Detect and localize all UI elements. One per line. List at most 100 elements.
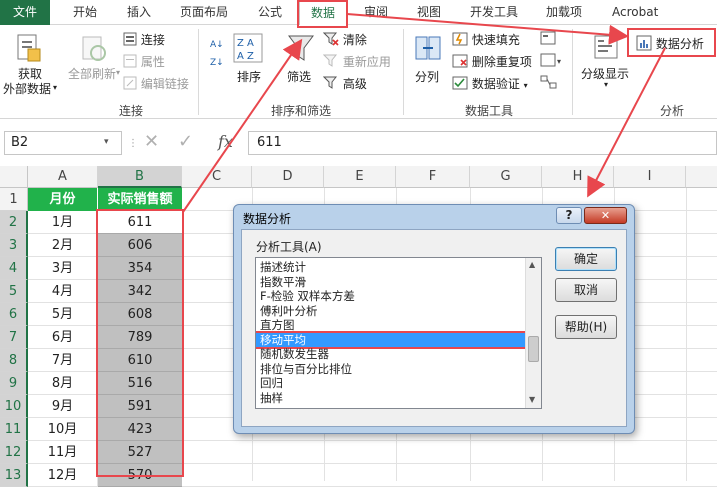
header-cell-month[interactable]: 月份 [28, 188, 98, 211]
row-header[interactable]: 3 [0, 234, 28, 257]
cancel-icon[interactable]: ✕ [144, 131, 159, 152]
month-cell[interactable]: 10月 [28, 418, 98, 441]
relationships-icon[interactable] [540, 75, 558, 92]
month-cell[interactable]: 8月 [28, 372, 98, 395]
analysis-tool-item[interactable]: 傅利叶分析 [258, 304, 522, 319]
chevron-down-icon[interactable]: ▾ [104, 137, 109, 147]
consolidate-icon[interactable] [540, 31, 558, 48]
text-to-columns-button[interactable]: 分列 [415, 68, 439, 85]
month-cell[interactable]: 11月 [28, 441, 98, 464]
analysis-tool-item[interactable]: 抽样 [258, 391, 522, 406]
analysis-tool-item[interactable]: 指数平滑 [258, 275, 522, 290]
row-header[interactable]: 13 [0, 464, 28, 487]
analysis-tool-item[interactable]: 移动平均 [256, 330, 541, 349]
refresh-all-button[interactable]: 全部刷新 [68, 65, 116, 82]
column-header-a[interactable]: A [28, 166, 98, 188]
reapply-button[interactable]: 重新应用 [322, 53, 391, 71]
close-icon[interactable]: ✕ [584, 207, 627, 224]
reapply-label: 重新应用 [342, 55, 391, 69]
row-header[interactable]: 10 [0, 395, 28, 418]
month-cell[interactable]: 6月 [28, 326, 98, 349]
tab-add-ins[interactable]: 加载项 [546, 0, 582, 25]
column-header-d[interactable]: D [252, 166, 324, 188]
month-cell[interactable]: 5月 [28, 303, 98, 326]
help-title-button[interactable]: ? [556, 207, 582, 224]
analysis-tool-item[interactable]: 描述统计 [258, 260, 522, 275]
advanced-button[interactable]: 高级 [322, 75, 367, 93]
row-header[interactable]: 9 [0, 372, 28, 395]
column-header-g[interactable]: G [470, 166, 542, 188]
enter-icon[interactable]: ✓ [178, 131, 193, 152]
data-validation-icon [452, 76, 468, 93]
analysis-tool-item[interactable]: F-检验 双样本方差 [258, 289, 522, 304]
advanced-filter-icon [322, 76, 339, 93]
column-header-c[interactable]: C [182, 166, 252, 188]
tab-home[interactable]: 开始 [73, 0, 97, 25]
data-validation-button[interactable]: 数据验证 ▾ [452, 75, 528, 93]
remove-duplicates-button[interactable]: 删除重复项 [452, 53, 532, 71]
column-header-i[interactable]: I [614, 166, 686, 188]
analysis-tool-item[interactable]: 回归 [258, 376, 522, 391]
insert-function-icon[interactable]: fx [218, 132, 233, 151]
sort-button[interactable]: 排序 [237, 68, 261, 85]
row-header[interactable]: 2 [0, 211, 28, 234]
help-button[interactable]: 帮助(H) [555, 315, 617, 339]
scrollbar-thumb[interactable] [528, 336, 539, 362]
header-cell-sales[interactable]: 实际销售额 [98, 188, 182, 211]
tab-acrobat[interactable]: Acrobat [612, 0, 658, 25]
filter-button[interactable]: 筛选 [287, 68, 311, 85]
connections-button[interactable]: 连接 [123, 31, 165, 49]
scroll-down-icon[interactable]: ▼ [529, 395, 535, 404]
tab-insert[interactable]: 插入 [127, 0, 151, 25]
select-all-corner[interactable] [0, 166, 28, 188]
row-header[interactable]: 4 [0, 257, 28, 280]
what-if-icon[interactable]: ▾ [540, 53, 566, 70]
menu-bar: 文件 开始 插入 页面布局 公式 数据 审阅 视图 开发工具 加载项 Acrob… [0, 0, 717, 25]
advanced-label: 高级 [342, 77, 367, 91]
tab-view[interactable]: 视图 [417, 0, 441, 25]
month-cell[interactable]: 3月 [28, 257, 98, 280]
month-cell[interactable]: 2月 [28, 234, 98, 257]
analysis-tool-item[interactable]: 排位与百分比排位 [258, 362, 522, 377]
tab-formulas[interactable]: 公式 [258, 0, 282, 25]
ok-button[interactable]: 确定 [555, 247, 617, 271]
month-cell[interactable]: 1月 [28, 211, 98, 234]
flash-fill-button[interactable]: 快速填充 [452, 31, 520, 49]
list-scrollbar[interactable]: ▲ ▼ [525, 258, 541, 408]
column-header-e[interactable]: E [324, 166, 396, 188]
month-cell[interactable]: 7月 [28, 349, 98, 372]
column-header-b[interactable]: B [98, 166, 182, 188]
tab-file[interactable]: 文件 [0, 0, 50, 25]
clear-button[interactable]: 清除 [322, 31, 367, 49]
month-cell[interactable]: 9月 [28, 395, 98, 418]
properties-button[interactable]: 属性 [123, 53, 165, 71]
tab-review[interactable]: 审阅 [364, 0, 388, 25]
row-header[interactable]: 5 [0, 280, 28, 303]
scroll-up-icon[interactable]: ▲ [529, 260, 535, 269]
month-cell[interactable]: 12月 [28, 464, 98, 487]
tab-page-layout[interactable]: 页面布局 [180, 0, 228, 25]
row-header[interactable]: 7 [0, 326, 28, 349]
month-cell[interactable]: 4月 [28, 280, 98, 303]
column-header-j[interactable] [686, 166, 717, 188]
row-header[interactable]: 6 [0, 303, 28, 326]
analysis-tool-item[interactable]: 随机数发生器 [258, 347, 522, 362]
tab-data[interactable]: 数据 [299, 0, 347, 25]
cancel-button[interactable]: 取消 [555, 278, 617, 302]
formula-input[interactable]: 611 [248, 131, 717, 155]
formula-bar: B2 ▾ ⋮ ✕ ✓ fx 611 [0, 127, 717, 159]
get-external-label-2[interactable]: 外部数据 [3, 80, 51, 97]
row-header[interactable]: 11 [0, 418, 28, 441]
reapply-icon [322, 54, 339, 71]
analysis-tool-item[interactable]: 直方图 [258, 318, 522, 333]
row-header[interactable]: 12 [0, 441, 28, 464]
tab-developer[interactable]: 开发工具 [470, 0, 518, 25]
data-analysis-button[interactable]: 数据分析 [636, 35, 704, 54]
analysis-tools-list[interactable]: 描述统计 指数平滑 F-检验 双样本方差 傅利叶分析 直方图 移动平均 随机数发生器 排位与百… [255, 257, 542, 409]
row-header[interactable]: 1 [0, 188, 28, 211]
row-header[interactable]: 8 [0, 349, 28, 372]
sort-asc-icon[interactable]: A↓ Z↓ [208, 35, 228, 78]
column-header-f[interactable]: F [396, 166, 470, 188]
edit-links-button[interactable]: 编辑链接 [123, 75, 189, 93]
column-header-h[interactable]: H [542, 166, 614, 188]
